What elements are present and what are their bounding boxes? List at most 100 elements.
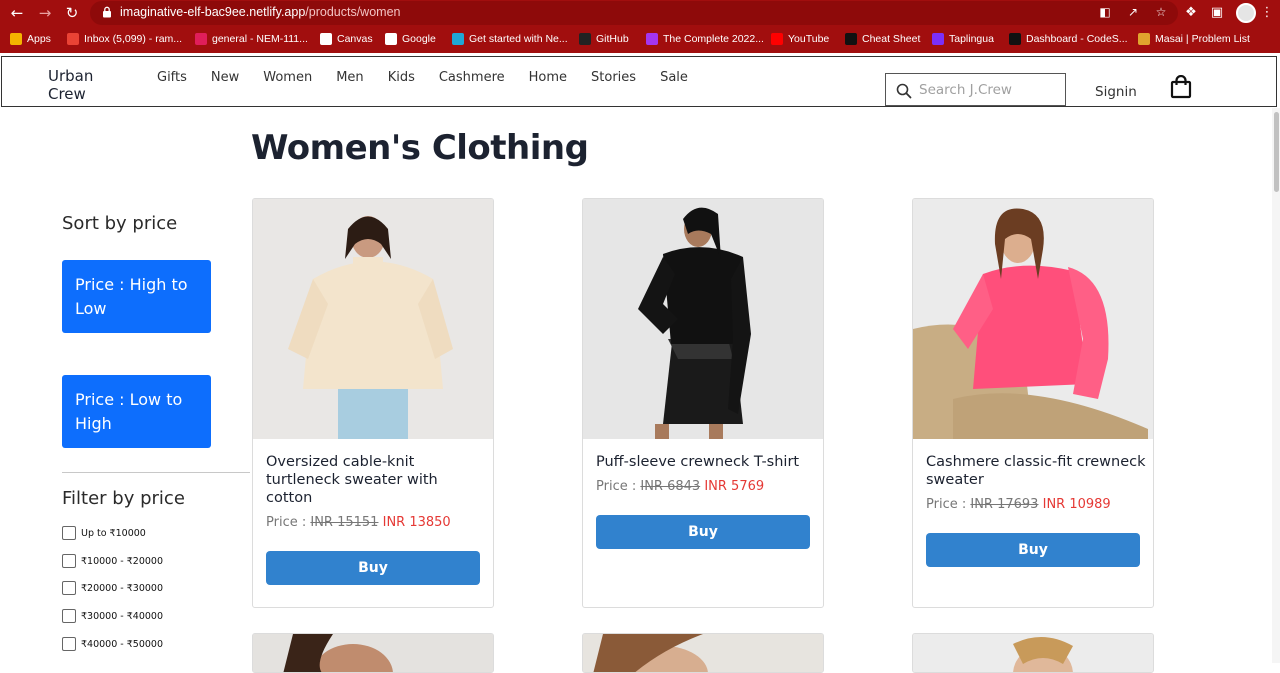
product-image[interactable] bbox=[913, 199, 1153, 439]
back-arrow-icon[interactable]: ← bbox=[8, 4, 26, 22]
product-image[interactable] bbox=[253, 199, 493, 439]
product-card: Oversized cable-knit turtleneck sweater … bbox=[252, 198, 494, 608]
old-price: INR 17693 bbox=[970, 497, 1039, 512]
sale-price: INR 13850 bbox=[382, 515, 451, 530]
buy-button[interactable]: Buy bbox=[596, 515, 810, 549]
share-icon[interactable]: ↗ bbox=[1126, 5, 1140, 19]
extensions-puzzle-icon[interactable]: ❖ bbox=[1182, 4, 1200, 22]
nav-item-sale[interactable]: Sale bbox=[660, 70, 688, 85]
product-name[interactable]: Puff-sleeve crewneck T-shirt bbox=[596, 453, 816, 471]
nav-item-women[interactable]: Women bbox=[263, 70, 312, 85]
bookmark-star-icon[interactable]: ☆ bbox=[1154, 5, 1168, 19]
bookmark-item[interactable]: general - NEM-111... bbox=[195, 31, 308, 47]
nav-item-cashmere[interactable]: Cashmere bbox=[439, 70, 505, 85]
bookmark-item[interactable]: GitHub bbox=[579, 31, 629, 47]
brand-logo[interactable]: Urban Crew bbox=[48, 67, 93, 103]
bookmark-item[interactable]: Taplingua bbox=[932, 31, 994, 47]
cheat-sheet-icon bbox=[845, 33, 857, 45]
search-box[interactable] bbox=[885, 73, 1066, 106]
old-price: INR 6843 bbox=[640, 479, 701, 494]
bookmark-item[interactable]: Dashboard - CodeS... bbox=[1009, 31, 1128, 47]
bookmark-label: Google bbox=[402, 33, 436, 45]
github-icon bbox=[579, 33, 591, 45]
browser-tab-bar: ← → ↻ imaginative-elf-bac9ee.netlify.app… bbox=[0, 0, 1280, 26]
bookmark-label: Inbox (5,099) - ram... bbox=[84, 33, 183, 45]
profile-avatar[interactable] bbox=[1236, 3, 1256, 23]
bookmark-item[interactable]: YouTube bbox=[771, 31, 829, 47]
nav-item-men[interactable]: Men bbox=[336, 70, 363, 85]
product-card: Puff-sleeve crewneck T-shirt Price : INR… bbox=[582, 198, 824, 608]
filter-label: ₹40000 - ₹50000 bbox=[81, 638, 163, 650]
page-title: Women's Clothing bbox=[251, 128, 589, 168]
signin-link[interactable]: Signin bbox=[1095, 84, 1137, 100]
bookmark-item[interactable]: Apps bbox=[10, 31, 51, 47]
product-card-partial[interactable] bbox=[582, 633, 824, 673]
buy-button[interactable]: Buy bbox=[926, 533, 1140, 567]
search-input[interactable] bbox=[919, 80, 1059, 100]
price-filter-option[interactable]: Up to ₹10000 bbox=[62, 525, 146, 541]
diamond-icon bbox=[452, 33, 464, 45]
codesignal-icon bbox=[1009, 33, 1021, 45]
youtube-icon bbox=[771, 33, 783, 45]
product-image[interactable] bbox=[583, 199, 823, 439]
nav-item-stories[interactable]: Stories bbox=[591, 70, 636, 85]
gmail-icon bbox=[67, 33, 79, 45]
translate-icon[interactable]: ◧ bbox=[1098, 5, 1112, 19]
brand-line-1: Urban bbox=[48, 67, 94, 85]
buy-button[interactable]: Buy bbox=[266, 551, 480, 585]
sort-high-to-low-button[interactable]: Price : High to Low bbox=[62, 260, 211, 333]
filter-label: ₹20000 - ₹30000 bbox=[81, 582, 163, 594]
filter-title: Filter by price bbox=[62, 488, 185, 509]
bookmark-item[interactable]: Canvas bbox=[320, 31, 373, 47]
bookmark-label: Canvas bbox=[337, 33, 373, 45]
address-bar[interactable]: imaginative-elf-bac9ee.netlify.app/produ… bbox=[90, 1, 1178, 25]
price-filter-option[interactable]: ₹20000 - ₹30000 bbox=[62, 580, 163, 596]
scrollbar-thumb[interactable] bbox=[1274, 112, 1279, 192]
search-icon bbox=[896, 83, 912, 99]
filter-checkbox[interactable] bbox=[62, 554, 76, 568]
sidebar-divider bbox=[62, 472, 250, 473]
old-price: INR 15151 bbox=[310, 515, 379, 530]
side-panel-icon[interactable]: ▣ bbox=[1208, 4, 1226, 22]
price-filter-option[interactable]: ₹10000 - ₹20000 bbox=[62, 553, 163, 569]
product-name[interactable]: Oversized cable-knit turtleneck sweater … bbox=[266, 453, 486, 507]
url-text: imaginative-elf-bac9ee.netlify.app/produ… bbox=[120, 5, 401, 19]
filter-checkbox[interactable] bbox=[62, 637, 76, 651]
bookmark-label: general - NEM-111... bbox=[212, 33, 308, 45]
price-filter-option[interactable]: ₹30000 - ₹40000 bbox=[62, 608, 163, 624]
brand-line-2: Crew bbox=[48, 85, 86, 103]
bookmark-item[interactable]: Inbox (5,099) - ram... bbox=[67, 31, 182, 47]
product-price: Price : INR 6843 INR 5769 bbox=[596, 479, 765, 494]
bookmark-label: Apps bbox=[27, 33, 51, 45]
product-card-partial[interactable] bbox=[912, 633, 1154, 673]
bookmark-item[interactable]: Get started with Ne... bbox=[452, 31, 568, 47]
site-header: Urban Crew Gifts New Women Men Kids Cashmere H… bbox=[1, 56, 1277, 107]
bookmark-item[interactable]: The Complete 2022... bbox=[646, 31, 764, 47]
product-card: Cashmere classic-fit crewneck sweater Pr… bbox=[912, 198, 1154, 608]
nav-item-home[interactable]: Home bbox=[529, 70, 567, 85]
kebab-menu-icon[interactable]: ⋮ bbox=[1258, 4, 1276, 22]
bookmark-label: Taplingua bbox=[949, 33, 994, 45]
nav-item-gifts[interactable]: Gifts bbox=[157, 70, 187, 85]
sort-low-to-high-button[interactable]: Price : Low to High bbox=[62, 375, 211, 448]
price-filter-option[interactable]: ₹40000 - ₹50000 bbox=[62, 636, 163, 652]
bookmark-item[interactable]: Cheat Sheet bbox=[845, 31, 920, 47]
bookmark-label: Cheat Sheet bbox=[862, 33, 921, 45]
bookmark-item[interactable]: Google bbox=[385, 31, 436, 47]
product-card-partial[interactable] bbox=[252, 633, 494, 673]
forward-arrow-icon[interactable]: → bbox=[36, 4, 54, 22]
filter-checkbox[interactable] bbox=[62, 609, 76, 623]
filter-label: ₹10000 - ₹20000 bbox=[81, 555, 163, 567]
star-icon bbox=[932, 33, 944, 45]
product-price: Price : INR 17693 INR 10989 bbox=[926, 497, 1111, 512]
filter-checkbox[interactable] bbox=[62, 581, 76, 595]
reload-icon[interactable]: ↻ bbox=[63, 4, 81, 22]
nav-item-new[interactable]: New bbox=[211, 70, 239, 85]
bookmark-label: Masai | Problem List bbox=[1155, 33, 1250, 45]
filter-label: ₹30000 - ₹40000 bbox=[81, 610, 163, 622]
bookmark-item[interactable]: Masai | Problem List bbox=[1138, 31, 1250, 47]
filter-checkbox[interactable] bbox=[62, 526, 76, 540]
product-name[interactable]: Cashmere classic-fit crewneck sweater bbox=[926, 453, 1146, 489]
shopping-bag-icon[interactable] bbox=[1170, 75, 1192, 99]
nav-item-kids[interactable]: Kids bbox=[388, 70, 415, 85]
